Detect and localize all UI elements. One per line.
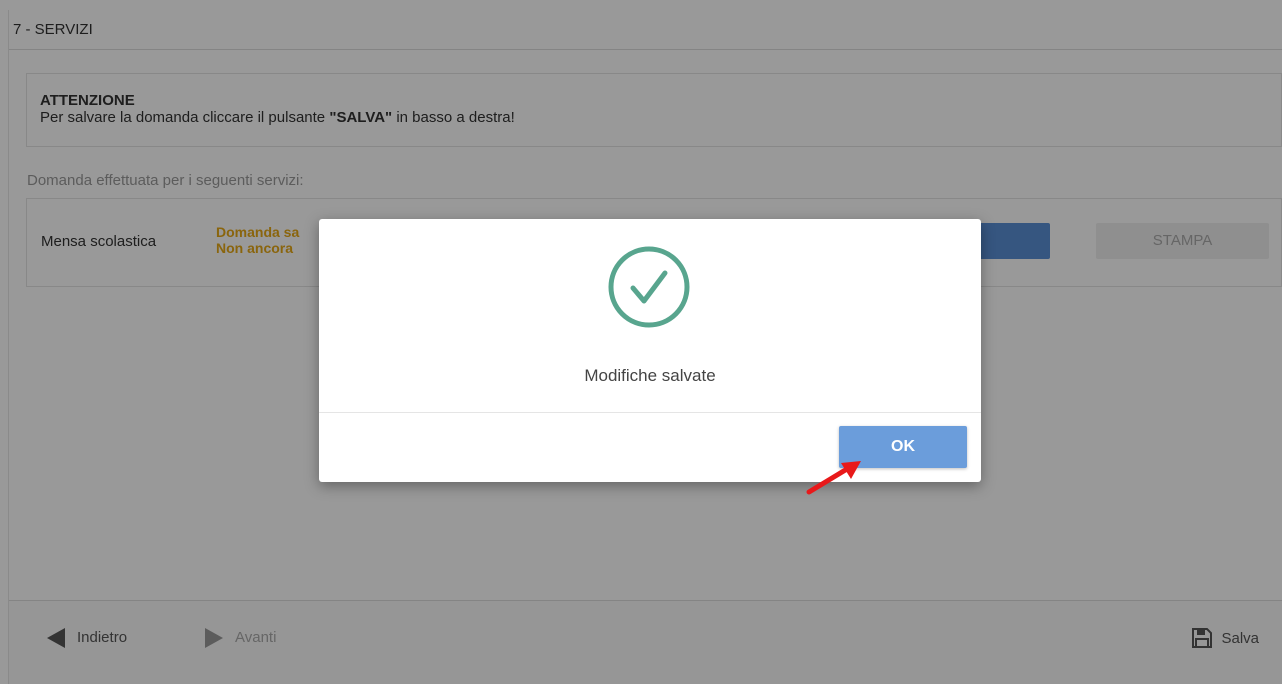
success-dialog: Modifiche salvate OK bbox=[319, 219, 981, 482]
check-circle-icon bbox=[608, 246, 690, 328]
dialog-message: Modifiche salvate bbox=[584, 366, 716, 385]
red-pointer-arrow-icon bbox=[806, 461, 861, 495]
dialog-divider bbox=[319, 412, 981, 413]
